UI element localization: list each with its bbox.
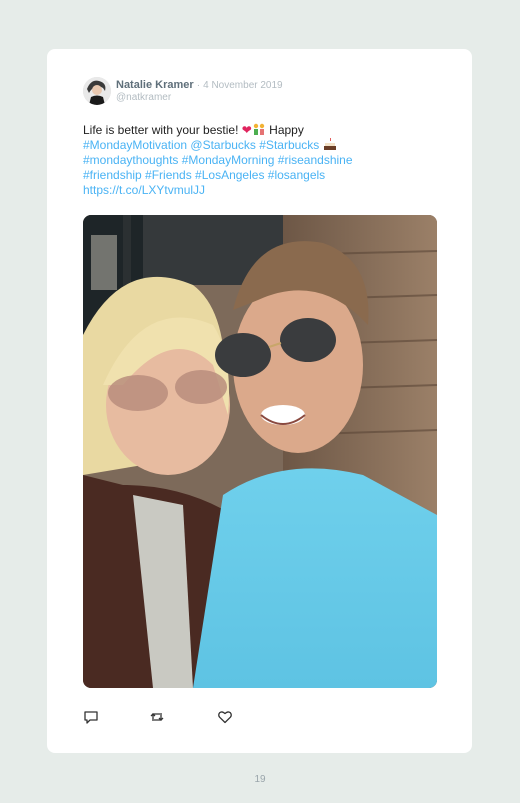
tweet-text: Life is better with your bestie! ❤ Happy…	[83, 123, 383, 198]
tweet-text-intro: Life is better with your bestie!	[83, 123, 239, 137]
couple-emoji-icon	[253, 123, 265, 135]
author-name[interactable]: Natalie Kramer	[116, 79, 194, 91]
tweet-card: Natalie Kramer · 4 November 2019 @natkra…	[47, 49, 472, 753]
tweet-author: Natalie Kramer · 4 November 2019	[116, 79, 283, 92]
tweet-photo[interactable]	[83, 215, 437, 688]
tweet-links-line1[interactable]: #MondayMotivation @Starbucks #Starbucks	[83, 138, 319, 152]
tweet-short-link[interactable]: https://t.co/LXYtvmulJJ	[83, 183, 205, 197]
tweet-date: 4 November 2019	[203, 80, 283, 91]
retweet-button[interactable]	[149, 709, 165, 725]
author-handle[interactable]: @natkramer	[116, 92, 171, 103]
retweet-icon	[150, 713, 164, 721]
separator: ·	[196, 80, 201, 91]
reply-icon	[84, 711, 98, 724]
avatar[interactable]	[83, 77, 111, 105]
heart-icon	[218, 711, 232, 724]
tweet-links-line3[interactable]: #friendship #Friends #LosAngeles #losang…	[83, 168, 325, 182]
reply-button[interactable]	[83, 709, 99, 725]
red-heart-emoji-icon: ❤	[241, 123, 252, 137]
tweet-links-line2[interactable]: #mondaythoughts #MondayMorning #riseands…	[83, 153, 353, 167]
page-number: 19	[254, 774, 266, 785]
cake-emoji-icon	[323, 138, 336, 150]
like-button[interactable]	[217, 709, 233, 725]
tweet-text-happy: Happy	[269, 123, 304, 137]
